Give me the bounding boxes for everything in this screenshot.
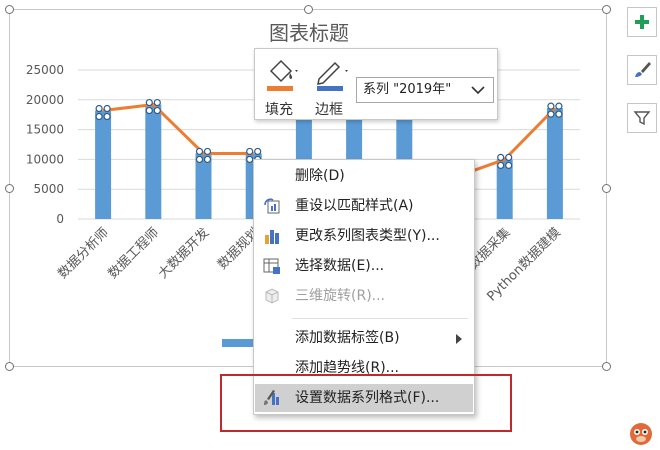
resize-handle-tr[interactable] <box>602 5 611 14</box>
fill-color-bar <box>267 86 293 91</box>
menu-item-select-data[interactable]: 选择数据(E)... <box>255 252 473 280</box>
selection-marker <box>246 147 254 156</box>
menu-item-change-chart-type[interactable]: 更改系列图表类型(Y)... <box>255 222 473 250</box>
bar-chart-icon <box>265 230 279 244</box>
selection-marker <box>95 112 103 121</box>
bar <box>195 153 212 219</box>
plus-icon <box>635 15 649 29</box>
selection-marker <box>103 112 111 121</box>
y-tick-label: 20000 <box>26 93 64 107</box>
resize-handle-mr[interactable] <box>602 184 611 193</box>
submenu-arrow-icon <box>456 334 462 344</box>
menu-item-add-data-labels[interactable]: 添加数据标签(B) <box>255 324 473 352</box>
selection-marker <box>505 153 513 161</box>
y-tick-label: 10000 <box>26 152 64 166</box>
selection-marker <box>547 102 555 110</box>
annotation-highlight-box <box>220 374 512 432</box>
monkey-logo <box>630 423 652 445</box>
bar <box>546 108 563 219</box>
resize-handle-br[interactable] <box>602 362 611 371</box>
chart-styles-button[interactable] <box>627 55 657 85</box>
selection-marker <box>555 110 563 118</box>
bar <box>145 104 162 219</box>
cube-icon <box>265 288 279 304</box>
reset-style-icon <box>264 198 280 214</box>
table-icon <box>263 258 280 274</box>
selection-marker <box>497 153 505 161</box>
selection-marker <box>203 147 212 156</box>
resize-handle-tm[interactable] <box>304 5 313 14</box>
chart-title: 图表标题 <box>269 21 349 45</box>
x-tick-label: 数据分析师 <box>55 225 112 282</box>
selection-marker <box>145 106 153 115</box>
x-tick-label: 数据工程师 <box>106 225 163 282</box>
selection-marker <box>103 104 111 113</box>
selection-marker <box>555 102 563 110</box>
resize-handle-ml[interactable] <box>5 184 14 193</box>
x-tick-label: 大数据开发 <box>155 225 212 282</box>
fill-label: 填充 <box>265 102 293 118</box>
series-select-value: 系列 "2019年" <box>363 82 452 97</box>
fill-button[interactable] <box>263 55 303 95</box>
selection-marker <box>153 98 161 107</box>
border-button[interactable] <box>313 55 353 95</box>
resize-handle-tl[interactable] <box>5 5 14 14</box>
y-tick-label: 25000 <box>26 63 64 77</box>
y-tick-label: 15000 <box>26 123 64 137</box>
y-tick-label: 0 <box>56 212 64 226</box>
selection-marker <box>195 155 204 164</box>
chart-elements-button[interactable] <box>627 7 657 37</box>
pen-icon <box>317 61 348 91</box>
selection-marker <box>195 147 204 156</box>
resize-handle-bl[interactable] <box>5 362 14 371</box>
series-select-dropdown[interactable]: 系列 "2019年" <box>356 77 494 103</box>
selection-marker <box>547 110 555 118</box>
chevron-down-icon <box>471 86 485 95</box>
menu-item-reset-style[interactable]: 重设以匹配样式(A) <box>255 192 473 220</box>
menu-item-3d-rotation: 三维旋转(R)... <box>255 282 473 310</box>
selection-marker <box>505 161 513 169</box>
border-label: 边框 <box>315 102 343 118</box>
filter-icon <box>633 111 651 126</box>
selection-marker <box>254 147 262 156</box>
selection-marker <box>145 98 153 107</box>
border-color-bar <box>317 86 343 91</box>
bar <box>95 110 112 219</box>
menu-separator <box>292 318 468 319</box>
selection-marker <box>95 104 103 113</box>
selection-marker <box>497 161 505 169</box>
y-tick-label: 5000 <box>33 182 64 196</box>
paint-bucket-icon <box>267 59 298 91</box>
chart-filters-button[interactable] <box>627 103 657 133</box>
mini-format-toolbar: 填充 边框 系列 "2019年" <box>254 48 498 120</box>
selection-marker <box>203 155 212 164</box>
selection-marker <box>153 106 161 115</box>
selection-marker <box>246 155 254 164</box>
brush-icon <box>635 62 651 77</box>
menu-item-delete[interactable]: 删除(D) <box>255 162 473 190</box>
